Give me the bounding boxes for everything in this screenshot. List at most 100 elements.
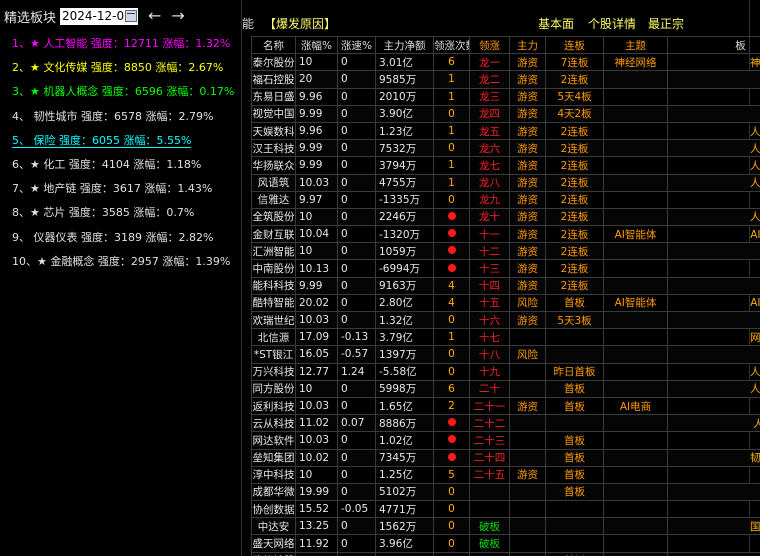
main-force-cell xyxy=(509,551,546,556)
date-value: 2024-12-06 xyxy=(62,9,132,23)
board-item[interactable]: 8、★ 芯片 强度：3585 涨幅：0.7% xyxy=(12,205,234,229)
theme-cell xyxy=(603,242,668,261)
table-row[interactable]: 网达软件10.0301.02亿 二十三 首板 人工智能、 xyxy=(251,431,760,450)
limit-up-streak-cell: 首板 xyxy=(545,482,604,502)
change-pct-cell: 20 xyxy=(295,70,338,89)
table-row[interactable]: 风语筑10.0304755万1龙八游资2连板 人工智能、文 xyxy=(251,173,760,192)
table-row[interactable]: 中达安13.2501562万0破板国有企业、我 xyxy=(251,517,760,536)
tab-stock-detail[interactable]: 个股详情 xyxy=(588,15,636,32)
table-row[interactable]: 垒知集团10.0207345万 二十四 首板 韧性城市、抗 xyxy=(251,448,760,467)
column-header[interactable]: 名称 xyxy=(251,35,296,55)
tab-basic[interactable]: 基本面 xyxy=(538,15,574,32)
table-row[interactable]: 北信源17.09-0.133.79亿1十七 网络安全、人 xyxy=(251,328,760,347)
limit-up-streak-cell xyxy=(545,500,604,519)
theme-cell: AI智能体 xyxy=(603,293,668,313)
table-row[interactable]: 金财互联10.040-1320万 十一游资2连板AI智能体AI智能体、人 xyxy=(251,225,760,244)
table-row[interactable]: 成都华微19.9905102万0首板存储、芯 xyxy=(251,482,760,502)
table-row[interactable]: 汇洲智能1001059万 十二游资2连板 人工智能、 xyxy=(251,242,760,261)
table-row[interactable]: 同方股份1005998万6二十 首板 人工智能、英 xyxy=(251,379,760,398)
column-header[interactable]: 领涨次数 xyxy=(433,35,470,55)
theme-cell xyxy=(603,207,668,227)
column-header[interactable]: 领涨 xyxy=(469,35,510,55)
board-item[interactable]: 6、★ 化工 强度：4104 涨幅：1.18% xyxy=(12,157,234,181)
table-row[interactable]: 能科科技9.9909163万4十四游资2连板 军工、AI智 xyxy=(251,276,760,295)
table-row[interactable]: 汉王科技9.9907532万0龙六游资2连板人工智能、机 xyxy=(251,139,760,158)
limit-up-streak-cell: 昨日首板 xyxy=(545,362,604,381)
table-row[interactable]: *ST银江16.05-0.571397万0十八风险 数字经济、 xyxy=(251,345,760,364)
speed-pct-cell: 0 xyxy=(337,551,376,556)
table-row[interactable]: 欢瑞世纪10.0301.32亿0十六游资5天3板版权、文化 xyxy=(251,310,760,330)
board-item[interactable]: 5、 保险 强度：6055 涨幅：5.55% xyxy=(12,133,234,157)
burst-reason-label[interactable]: 【爆发原因】 xyxy=(264,15,336,32)
stock-name-cell: 淳中科技 xyxy=(251,465,296,484)
stock-panel-header: 能 【爆发原因】 基本面 个股详情 最正宗 xyxy=(242,15,760,31)
table-row[interactable]: 信雅达9.970-1335万0龙九游资2连板人工智能、 xyxy=(251,190,760,209)
lead-times-cell: 1 xyxy=(433,328,470,347)
main-force-cell: 游资 xyxy=(509,121,546,141)
column-header[interactable]: 板 xyxy=(667,35,760,55)
calendar-icon[interactable] xyxy=(125,9,138,22)
theme-cell xyxy=(603,517,668,536)
theme-cell xyxy=(603,173,668,192)
table-row[interactable]: 泰尔股份1003.01亿6龙一游资7连板神经网络神经网络、人 xyxy=(251,53,760,72)
column-header[interactable]: 连板 xyxy=(545,35,604,55)
table-row[interactable]: 豫能控股10.0708356万 首板 电力、分布 xyxy=(251,551,760,556)
date-picker[interactable]: 2024-12-06 xyxy=(60,7,139,25)
board-item[interactable]: 9、 仪器仪表 强度：3189 涨幅：2.82% xyxy=(12,230,234,254)
next-day-arrow-icon[interactable]: → xyxy=(171,8,184,24)
net-inflow-cell: 1.02亿 xyxy=(375,431,434,450)
main-force-cell xyxy=(509,500,546,519)
board-list: 1、★ 人工智能 强度：12711 涨幅：1.32% 2、★ 文化传媒 强度：88… xyxy=(12,36,234,278)
speed-pct-cell: 0 xyxy=(337,53,376,72)
red-dot-icon xyxy=(447,246,456,255)
theme-cell xyxy=(603,310,668,330)
main-force-cell xyxy=(509,362,546,381)
limit-up-streak-cell: 5天4板 xyxy=(545,87,604,106)
lead-rank-cell: 破板 xyxy=(469,534,510,553)
table-row[interactable]: 天娱数科9.9601.23亿1龙五游资2连板 人工智能、文 xyxy=(251,121,760,141)
stock-name-cell: 豫能控股 xyxy=(251,551,296,556)
table-row[interactable]: 云从科技11.020.078886万 二十二 人工智能、C xyxy=(251,414,760,433)
main-force-cell xyxy=(509,431,546,450)
board-item[interactable]: 7、★ 地产链 强度：3617 涨幅：1.43% xyxy=(12,181,234,205)
column-header[interactable]: 主力净额 xyxy=(375,35,434,55)
table-row[interactable]: 视觉中国9.9903.90亿0龙四游资4天2板抖音概念、 xyxy=(251,104,760,123)
column-header[interactable]: 主力 xyxy=(509,35,546,55)
column-header[interactable]: 主题 xyxy=(603,35,668,55)
board-item[interactable]: 1、★ 人工智能 强度：12711 涨幅：1.32% xyxy=(12,36,234,60)
tab-most-authentic[interactable]: 最正宗 xyxy=(648,15,684,32)
table-row[interactable]: 华扬联众9.9903794万1龙七游资2连板 人工智能、文 xyxy=(251,156,760,175)
prev-day-arrow-icon[interactable]: ← xyxy=(148,8,161,24)
speed-pct-cell: 0 xyxy=(337,225,376,244)
table-row[interactable]: 东易日盛9.9602010万1龙三游资5天4板 人工智能、 xyxy=(251,87,760,106)
speed-pct-cell: 0 xyxy=(337,465,376,484)
table-row[interactable]: 盛天网络11.9203.96亿0破板云游戏、文 xyxy=(251,534,760,553)
table-row[interactable]: 万兴科技12.771.24-5.58亿0十九 昨日首板 人工智能、文 xyxy=(251,362,760,381)
sector-tags-cell: 军工、AI智 xyxy=(667,276,760,295)
board-item-label: 8、★ 芯片 强度：3585 涨幅：0.7% xyxy=(12,206,195,220)
net-inflow-cell: 8886万 xyxy=(375,414,434,433)
board-item[interactable]: 10、★ 金融概念 强度：2957 涨幅：1.39% xyxy=(12,254,234,278)
lead-rank-cell: 破板 xyxy=(469,517,510,536)
table-row[interactable]: 福石控股2009585万1龙二游资2连板 人工智能、 xyxy=(251,70,760,89)
board-item[interactable]: 2、★ 文化传媒 强度：8850 涨幅：2.67% xyxy=(12,60,234,84)
column-header[interactable]: 涨幅% xyxy=(295,35,338,55)
table-row[interactable]: 协创数据15.52-0.054771万0 存储、芯 xyxy=(251,500,760,519)
stock-name-cell: 北信源 xyxy=(251,328,296,347)
change-pct-cell: 10 xyxy=(295,53,338,72)
change-pct-cell: 11.02 xyxy=(295,414,338,433)
change-pct-cell: 13.25 xyxy=(295,517,338,536)
main-force-cell: 游资 xyxy=(509,190,546,209)
board-item[interactable]: 3、★ 机器人概念 强度：6596 涨幅：0.17% xyxy=(12,84,234,108)
table-row[interactable]: 返利科技10.0301.65亿2二十一游资首板AI电商AI电商、网 xyxy=(251,396,760,416)
lead-times-cell: 0 xyxy=(433,345,470,364)
red-dot-icon xyxy=(447,263,456,272)
table-row[interactable]: 酷特智能20.0202.80亿4十五风险首板AI智能体AI智能体、人 xyxy=(251,293,760,313)
table-row[interactable]: 淳中科技1001.25亿5二十五游资首板 芯片、文 xyxy=(251,465,760,484)
board-item[interactable]: 4、 韧性城市 强度：6578 涨幅：2.79% xyxy=(12,109,234,133)
sector-tags-cell: 韧性城市、抗 xyxy=(667,448,760,467)
table-row[interactable]: 中南股份10.130-6994万 十三游资2连板 机器人概念 xyxy=(251,259,760,278)
column-header[interactable]: 涨速% xyxy=(337,35,376,55)
board-item-label: 2、★ 文化传媒 强度：8850 涨幅：2.67% xyxy=(12,61,224,75)
table-row[interactable]: 全筑股份1002246万 龙十游资2连板 人工智能、苏 xyxy=(251,207,760,227)
